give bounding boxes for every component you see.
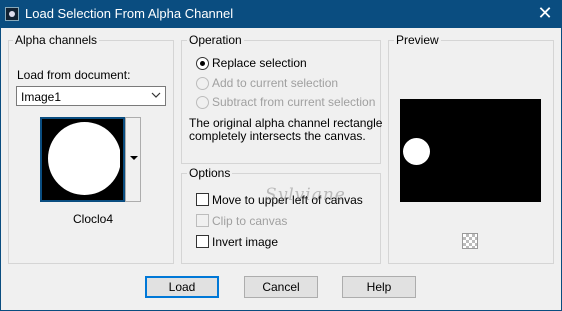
- load-from-document-text: Load from document:: [17, 68, 131, 82]
- load-button[interactable]: Load: [145, 276, 219, 298]
- window-title: Load Selection From Alpha Channel: [25, 6, 234, 21]
- thumbnail-canvas: [45, 122, 120, 197]
- replace-selection-radio[interactable]: [196, 57, 209, 70]
- replace-selection-label[interactable]: Replace selection: [212, 56, 307, 70]
- close-button[interactable]: ✕: [528, 0, 562, 28]
- cancel-button[interactable]: Cancel: [244, 276, 318, 298]
- preview-canvas: [400, 99, 541, 202]
- alpha-channels-group-label: Alpha channels: [13, 33, 100, 47]
- add-to-selection-radio[interactable]: [196, 77, 209, 90]
- operation-info-line-2: completely intersects the canvas.: [189, 129, 366, 143]
- watermark-signature: Sylviane: [265, 185, 346, 205]
- invert-image-label[interactable]: Invert image: [212, 235, 278, 249]
- thumbnail-shape: [48, 122, 120, 195]
- preview-group-label: Preview: [394, 33, 441, 47]
- preview-shape: [403, 138, 430, 165]
- alpha-channel-thumbnail[interactable]: [40, 117, 125, 202]
- load-from-document-label: Load from document:: [17, 68, 130, 82]
- help-button[interactable]: Help: [342, 276, 416, 298]
- channel-name-label: Cloclo4: [73, 212, 114, 226]
- title-bar: Load Selection From Alpha Channel ✕: [0, 0, 562, 28]
- subtract-from-selection-label[interactable]: Subtract from current selection: [212, 95, 375, 109]
- operation-info-line-1: The original alpha channel rectangle: [189, 116, 383, 130]
- invert-image-checkbox[interactable]: [196, 235, 209, 248]
- document-select[interactable]: Image1: [16, 86, 166, 106]
- document-select-value: Image1: [21, 90, 62, 104]
- subtract-from-selection-radio[interactable]: [196, 96, 209, 109]
- dropdown-arrow-icon: [130, 156, 138, 160]
- chevron-down-icon: [151, 92, 161, 98]
- move-to-upper-left-checkbox[interactable]: [196, 193, 209, 206]
- checkerboard-icon[interactable]: [462, 233, 478, 249]
- add-to-selection-label[interactable]: Add to current selection: [212, 76, 338, 90]
- clip-to-canvas-label[interactable]: Clip to canvas: [212, 214, 287, 228]
- operation-group-label: Operation: [187, 33, 244, 47]
- thumbnail-dropdown-button[interactable]: [125, 117, 141, 202]
- radio-selected-dot: [200, 61, 205, 66]
- clip-to-canvas-checkbox[interactable]: [196, 214, 209, 227]
- options-group-label: Options: [187, 166, 233, 180]
- app-icon: [5, 7, 19, 21]
